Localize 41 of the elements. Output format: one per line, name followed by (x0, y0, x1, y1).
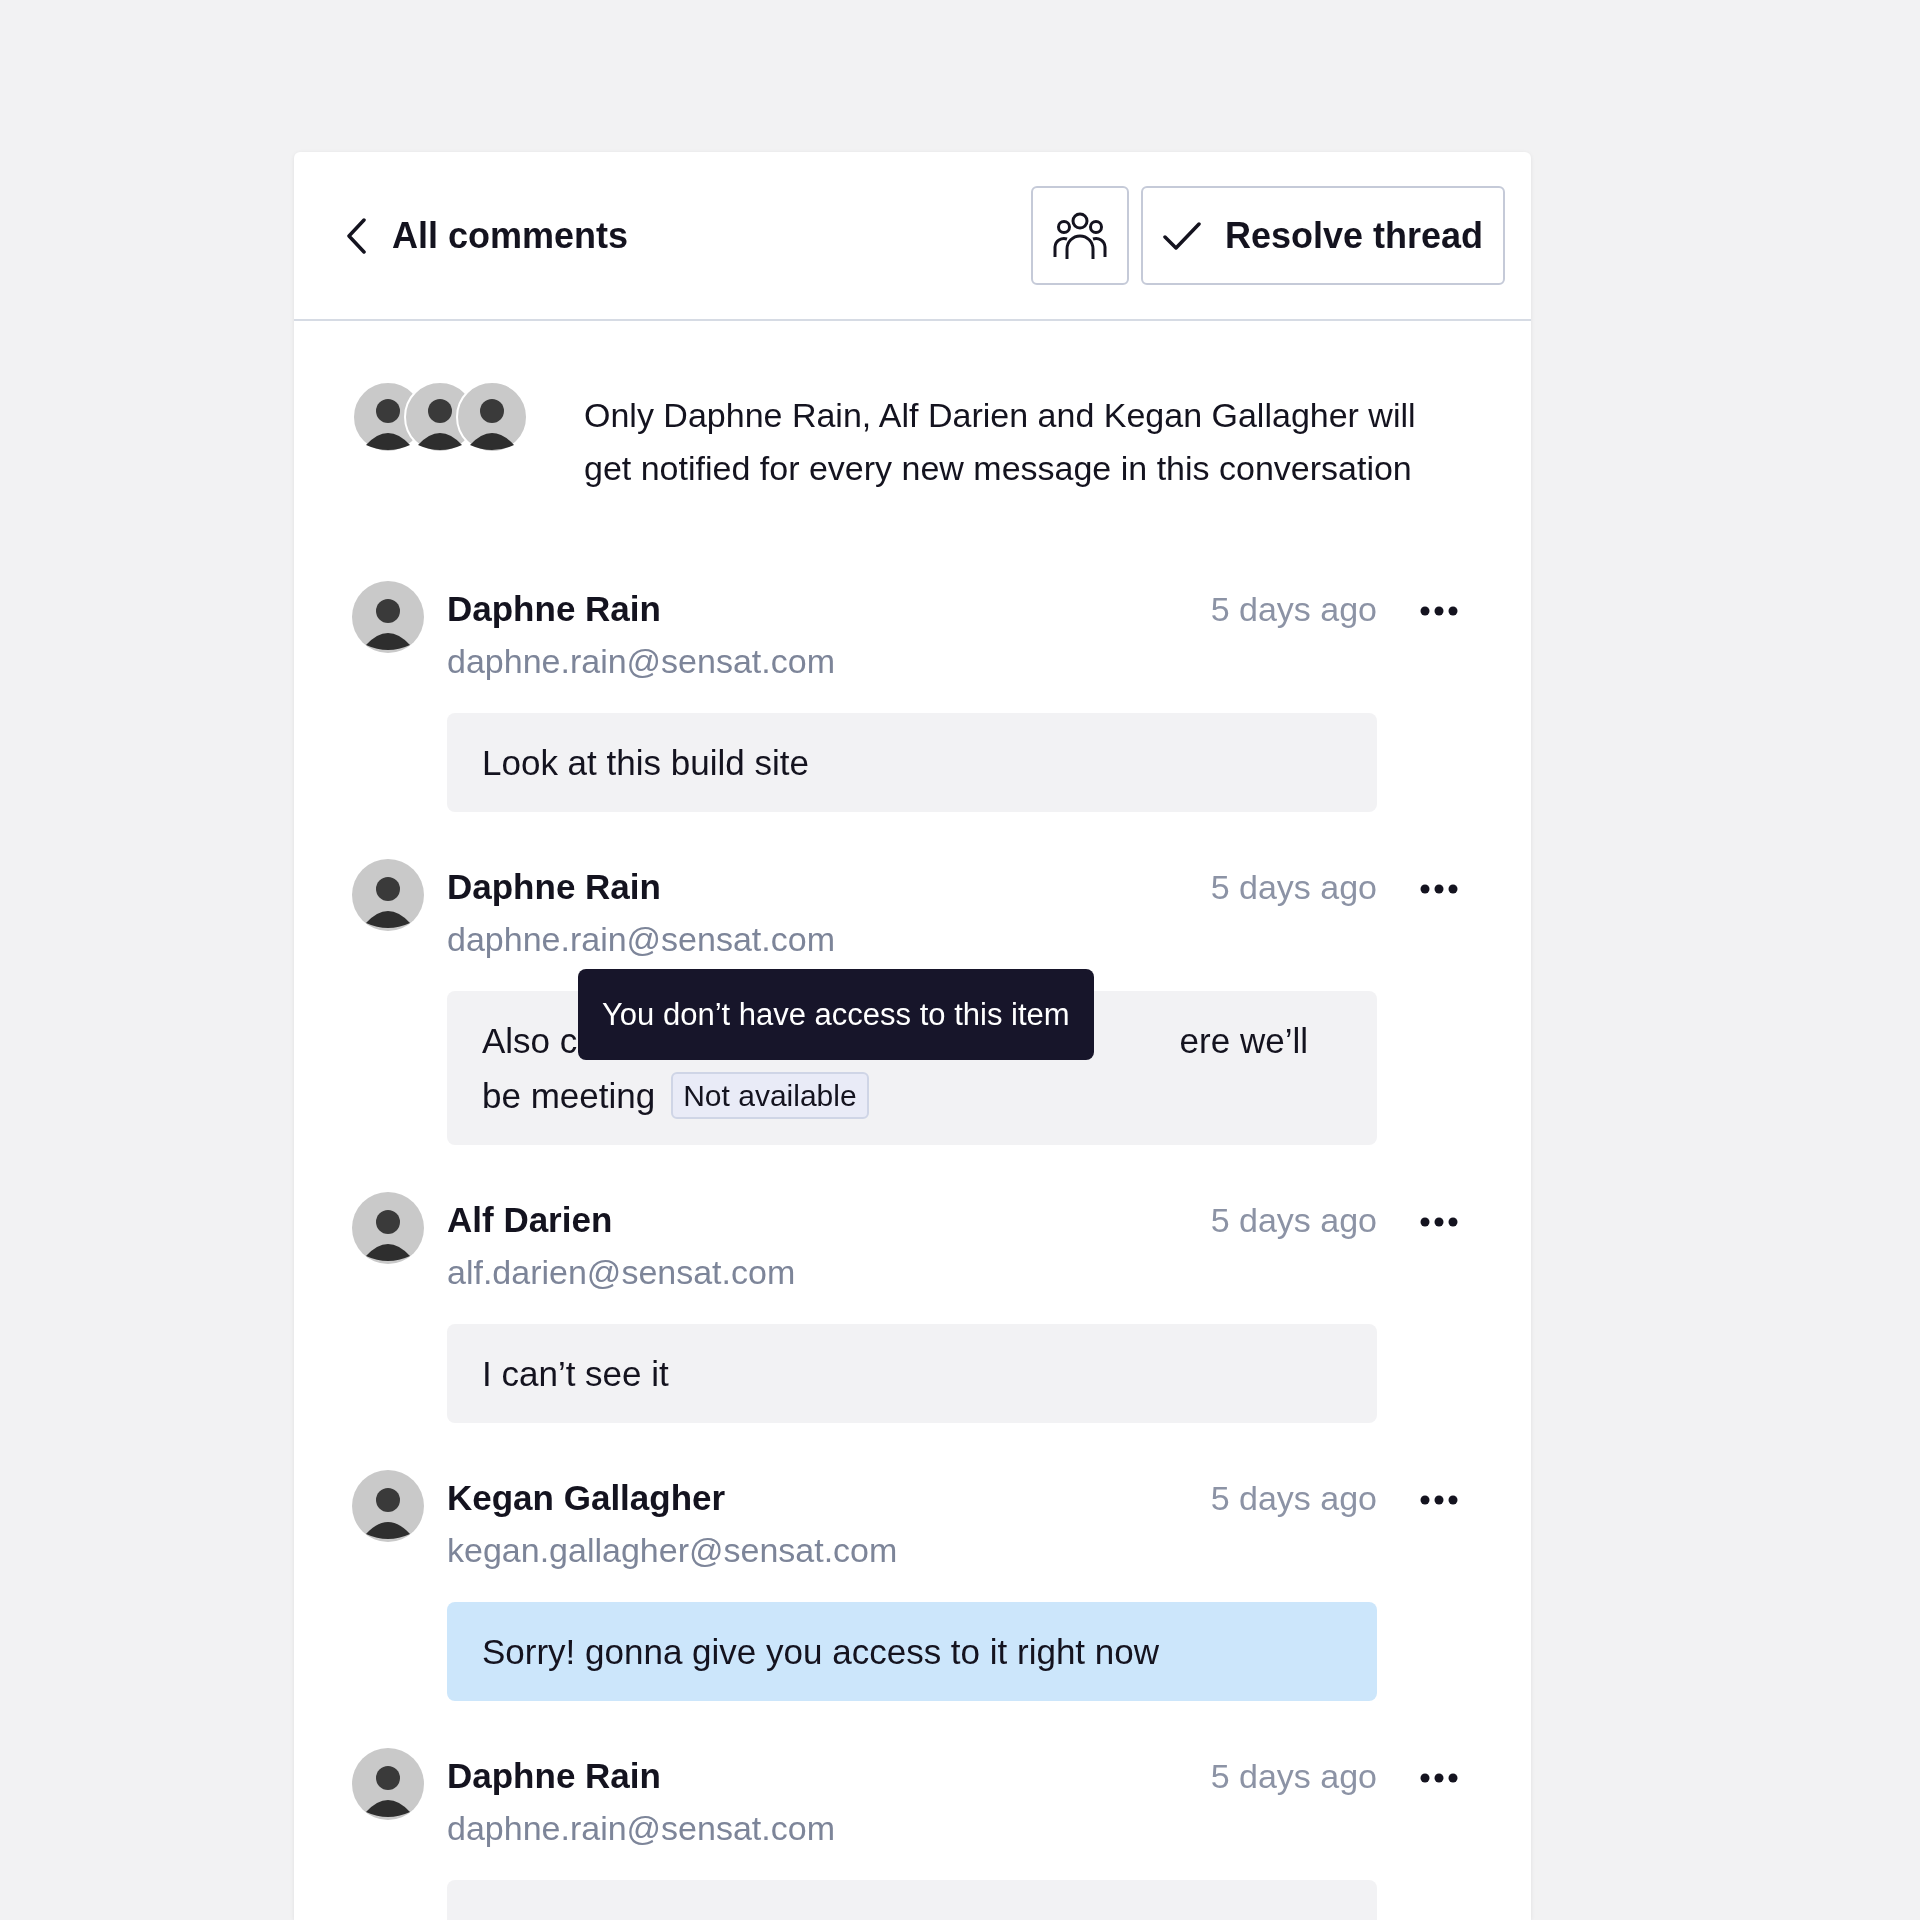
timestamp: 5 days ago (1210, 1200, 1377, 1241)
author-name: Alf Darien (447, 1199, 614, 1241)
avatar (352, 1748, 424, 1820)
avatar (352, 1192, 424, 1264)
timestamp: 5 days ago (1210, 589, 1377, 630)
author-name: Kegan Gallagher (447, 1477, 727, 1519)
more-icon (1420, 884, 1458, 894)
timestamp: 5 days ago (1210, 1756, 1377, 1797)
author-name: Daphne Rain (447, 866, 662, 908)
message-text: be meeting (482, 1075, 656, 1117)
message-text: ere we’ll (1179, 1020, 1308, 1062)
more-icon (1420, 606, 1458, 616)
unavailable-chip: Not available (671, 1072, 869, 1119)
more-icon (1420, 1495, 1458, 1505)
message-text: Look at this build site (482, 742, 809, 784)
tooltip: You don’t have access to this item (578, 969, 1094, 1060)
avatar (456, 381, 528, 453)
author-email: daphne.rain@sensat.com (447, 919, 835, 960)
author-name: Daphne Rain (447, 588, 662, 630)
timestamp: 5 days ago (1210, 867, 1377, 908)
author-email: daphne.rain@sensat.com (447, 641, 835, 682)
notice-text: Only Daphne Rain, Alf Darien and Kegan Gallagher will get notified for every new message in this conversation (584, 395, 1417, 489)
author-name: Daphne Rain (447, 1755, 662, 1797)
message-text: Also c (482, 1020, 578, 1062)
more-icon (1420, 1773, 1458, 1783)
participants-button[interactable] (1030, 186, 1129, 285)
resolve-button[interactable]: Resolve thread (1140, 186, 1505, 285)
people-icon (1052, 210, 1107, 261)
timestamp: 5 days ago (1210, 1478, 1377, 1519)
avatar (352, 859, 424, 931)
author-email: alf.darien@sensat.com (447, 1252, 796, 1293)
back-icon (346, 217, 366, 254)
message-text: Sorry! gonna give you access to it right now (482, 1631, 1159, 1673)
more-icon (1420, 1217, 1458, 1227)
avatar (352, 581, 424, 653)
back-link[interactable]: All comments (342, 210, 633, 261)
check-icon (1162, 220, 1201, 251)
message-text: I can’t see it (482, 1353, 669, 1395)
avatar (352, 1470, 424, 1542)
author-email: kegan.gallagher@sensat.com (447, 1530, 898, 1571)
author-email: daphne.rain@sensat.com (447, 1808, 835, 1849)
